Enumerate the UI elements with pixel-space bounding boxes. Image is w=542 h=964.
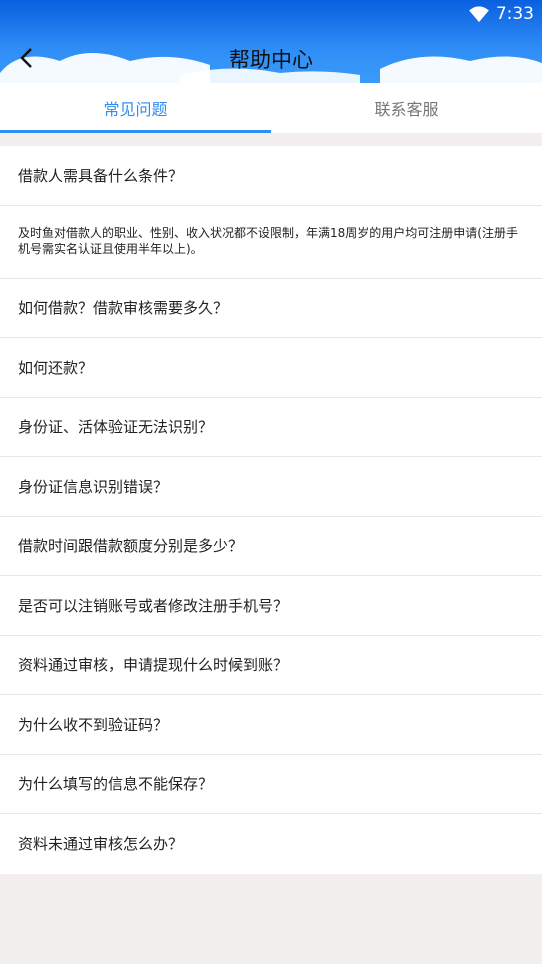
faq-question[interactable]: 为什么填写的信息不能保存？ bbox=[0, 755, 542, 814]
faq-list: 借款人需具备什么条件？ 及时鱼对借款人的职业、性别、收入状况都不设限制，年满18… bbox=[0, 146, 542, 874]
faq-question[interactable]: 借款时间跟借款额度分别是多少？ bbox=[0, 517, 542, 576]
faq-answer: 及时鱼对借款人的职业、性别、收入状况都不设限制，年满18周岁的用户均可注册申请(… bbox=[0, 206, 542, 279]
section-gap bbox=[0, 133, 542, 146]
tab-bar: 常见问题 联系客服 bbox=[0, 83, 542, 133]
wifi-icon bbox=[468, 6, 489, 23]
faq-question[interactable]: 如何借款？借款审核需要多久？ bbox=[0, 279, 542, 338]
faq-question[interactable]: 身份证、活体验证无法识别？ bbox=[0, 398, 542, 457]
status-time: 7:33 bbox=[495, 4, 534, 24]
faq-question[interactable]: 为什么收不到验证码？ bbox=[0, 695, 542, 755]
tab-contact-support[interactable]: 联系客服 bbox=[271, 83, 542, 133]
faq-question[interactable]: 是否可以注销账号或者修改注册手机号？ bbox=[0, 576, 542, 636]
faq-question[interactable]: 如何还款？ bbox=[0, 338, 542, 398]
faq-question[interactable]: 借款人需具备什么条件？ bbox=[0, 146, 542, 206]
tab-faq[interactable]: 常见问题 bbox=[0, 83, 271, 133]
header: 7:33 帮助中心 bbox=[0, 0, 542, 83]
faq-question[interactable]: 身份证信息识别错误？ bbox=[0, 457, 542, 517]
status-bar: 7:33 bbox=[468, 0, 542, 28]
faq-question[interactable]: 资料通过审核，申请提现什么时候到账？ bbox=[0, 636, 542, 695]
page-title: 帮助中心 bbox=[229, 48, 313, 72]
faq-question[interactable]: 资料未通过审核怎么办？ bbox=[0, 814, 542, 874]
